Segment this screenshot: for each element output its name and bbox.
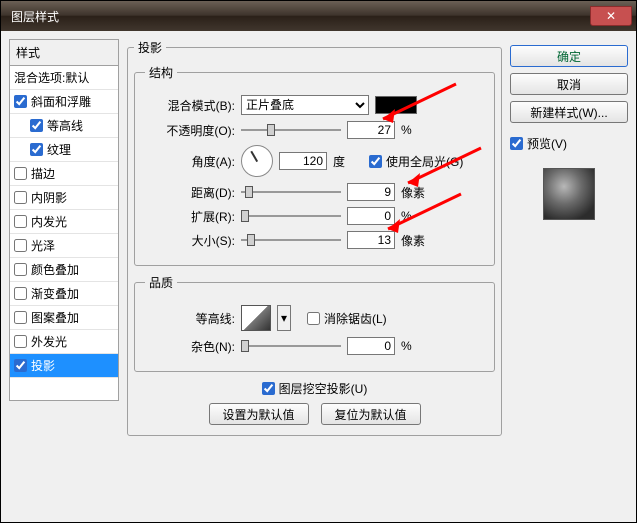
style-row[interactable]: 斜面和浮雕 bbox=[10, 90, 118, 114]
style-label: 纹理 bbox=[47, 141, 71, 158]
angle-label: 角度(A): bbox=[145, 153, 235, 170]
style-row[interactable]: 外发光 bbox=[10, 330, 118, 354]
style-row[interactable]: 纹理 bbox=[10, 138, 118, 162]
noise-unit: % bbox=[401, 339, 427, 353]
antialias-checkbox[interactable] bbox=[307, 312, 320, 325]
style-row[interactable]: 描边 bbox=[10, 162, 118, 186]
style-label: 斜面和浮雕 bbox=[31, 93, 91, 110]
size-unit: 像素 bbox=[401, 232, 427, 249]
size-label: 大小(S): bbox=[145, 232, 235, 249]
noise-input[interactable] bbox=[347, 337, 395, 355]
angle-input[interactable] bbox=[279, 152, 327, 170]
window-title: 图层样式 bbox=[11, 8, 59, 25]
style-label: 图案叠加 bbox=[31, 309, 79, 326]
spread-unit: % bbox=[401, 209, 427, 223]
style-label: 内发光 bbox=[31, 213, 67, 230]
style-checkbox[interactable] bbox=[14, 95, 27, 108]
preview-checkbox[interactable] bbox=[510, 137, 523, 150]
dialog-buttons: 确定 取消 新建样式(W)... 预览(V) bbox=[510, 39, 628, 514]
styles-header: 样式 bbox=[9, 39, 119, 66]
antialias-wrap[interactable]: 消除锯齿(L) bbox=[307, 310, 387, 327]
make-default-button[interactable]: 设置为默认值 bbox=[209, 403, 309, 425]
layer-style-dialog: 图层样式 ✕ 样式 混合选项:默认斜面和浮雕等高线纹理描边内阴影内发光光泽颜色叠… bbox=[0, 0, 637, 523]
new-style-button[interactable]: 新建样式(W)... bbox=[510, 101, 628, 123]
blend-mode-label: 混合模式(B): bbox=[145, 97, 235, 114]
style-label: 投影 bbox=[31, 357, 55, 374]
spread-input[interactable] bbox=[347, 207, 395, 225]
style-row[interactable]: 内发光 bbox=[10, 210, 118, 234]
angle-unit: 度 bbox=[333, 153, 359, 170]
spread-label: 扩展(R): bbox=[145, 208, 235, 225]
distance-slider[interactable] bbox=[241, 184, 341, 200]
style-label: 外发光 bbox=[31, 333, 67, 350]
opacity-input[interactable] bbox=[347, 121, 395, 139]
contour-dropdown-icon[interactable]: ▾ bbox=[277, 305, 291, 331]
angle-dial[interactable] bbox=[241, 145, 273, 177]
style-row[interactable]: 混合选项:默认 bbox=[10, 66, 118, 90]
blend-mode-select[interactable]: 正片叠底 bbox=[241, 95, 369, 115]
style-row[interactable]: 内阴影 bbox=[10, 186, 118, 210]
distance-input[interactable] bbox=[347, 183, 395, 201]
style-row[interactable]: 渐变叠加 bbox=[10, 282, 118, 306]
titlebar[interactable]: 图层样式 ✕ bbox=[1, 1, 636, 31]
knockout-wrap[interactable]: 图层挖空投影(U) bbox=[262, 380, 368, 397]
quality-legend: 品质 bbox=[145, 274, 177, 291]
cancel-button[interactable]: 取消 bbox=[510, 73, 628, 95]
style-checkbox[interactable] bbox=[14, 239, 27, 252]
preview-label: 预览(V) bbox=[527, 135, 567, 152]
size-slider[interactable] bbox=[241, 232, 341, 248]
panel-title: 投影 bbox=[134, 39, 166, 56]
style-label: 渐变叠加 bbox=[31, 285, 79, 302]
distance-label: 距离(D): bbox=[145, 184, 235, 201]
style-label: 等高线 bbox=[47, 117, 83, 134]
style-checkbox[interactable] bbox=[14, 359, 27, 372]
shadow-color-swatch[interactable] bbox=[375, 96, 417, 114]
preview-thumbnail bbox=[543, 168, 595, 220]
style-checkbox[interactable] bbox=[14, 335, 27, 348]
distance-unit: 像素 bbox=[401, 184, 427, 201]
contour-label: 等高线: bbox=[145, 310, 235, 327]
style-checkbox[interactable] bbox=[14, 167, 27, 180]
style-label: 内阴影 bbox=[31, 189, 67, 206]
size-input[interactable] bbox=[347, 231, 395, 249]
spread-slider[interactable] bbox=[241, 208, 341, 224]
settings-panel: 投影 结构 混合模式(B): 正片叠底 不透明度(O): % bbox=[119, 39, 510, 514]
preview-wrap[interactable]: 预览(V) bbox=[510, 135, 628, 152]
close-button[interactable]: ✕ bbox=[590, 6, 632, 26]
style-label: 描边 bbox=[31, 165, 55, 182]
style-label: 混合选项:默认 bbox=[14, 69, 89, 86]
structure-legend: 结构 bbox=[145, 64, 177, 81]
opacity-unit: % bbox=[401, 123, 427, 137]
style-checkbox[interactable] bbox=[14, 311, 27, 324]
style-row[interactable]: 等高线 bbox=[10, 114, 118, 138]
ok-button[interactable]: 确定 bbox=[510, 45, 628, 67]
contour-picker[interactable] bbox=[241, 305, 271, 331]
style-checkbox[interactable] bbox=[14, 215, 27, 228]
antialias-label: 消除锯齿(L) bbox=[324, 310, 387, 327]
styles-list: 混合选项:默认斜面和浮雕等高线纹理描边内阴影内发光光泽颜色叠加渐变叠加图案叠加外… bbox=[9, 66, 119, 401]
noise-slider[interactable] bbox=[241, 338, 341, 354]
styles-sidebar: 样式 混合选项:默认斜面和浮雕等高线纹理描边内阴影内发光光泽颜色叠加渐变叠加图案… bbox=[9, 39, 119, 514]
style-checkbox[interactable] bbox=[30, 119, 43, 132]
style-row[interactable]: 光泽 bbox=[10, 234, 118, 258]
style-checkbox[interactable] bbox=[14, 191, 27, 204]
noise-label: 杂色(N): bbox=[145, 338, 235, 355]
style-checkbox[interactable] bbox=[14, 287, 27, 300]
style-checkbox[interactable] bbox=[30, 143, 43, 156]
global-light-wrap[interactable]: 使用全局光(G) bbox=[369, 153, 463, 170]
knockout-checkbox[interactable] bbox=[262, 382, 275, 395]
global-light-checkbox[interactable] bbox=[369, 155, 382, 168]
style-label: 光泽 bbox=[31, 237, 55, 254]
close-icon: ✕ bbox=[606, 9, 616, 23]
style-label: 颜色叠加 bbox=[31, 261, 79, 278]
style-row[interactable]: 图案叠加 bbox=[10, 306, 118, 330]
style-checkbox[interactable] bbox=[14, 263, 27, 276]
knockout-label: 图层挖空投影(U) bbox=[279, 380, 368, 397]
style-row[interactable]: 投影 bbox=[10, 354, 118, 378]
style-row[interactable]: 颜色叠加 bbox=[10, 258, 118, 282]
opacity-label: 不透明度(O): bbox=[145, 122, 235, 139]
reset-default-button[interactable]: 复位为默认值 bbox=[321, 403, 421, 425]
global-light-label: 使用全局光(G) bbox=[386, 153, 463, 170]
opacity-slider[interactable] bbox=[241, 122, 341, 138]
